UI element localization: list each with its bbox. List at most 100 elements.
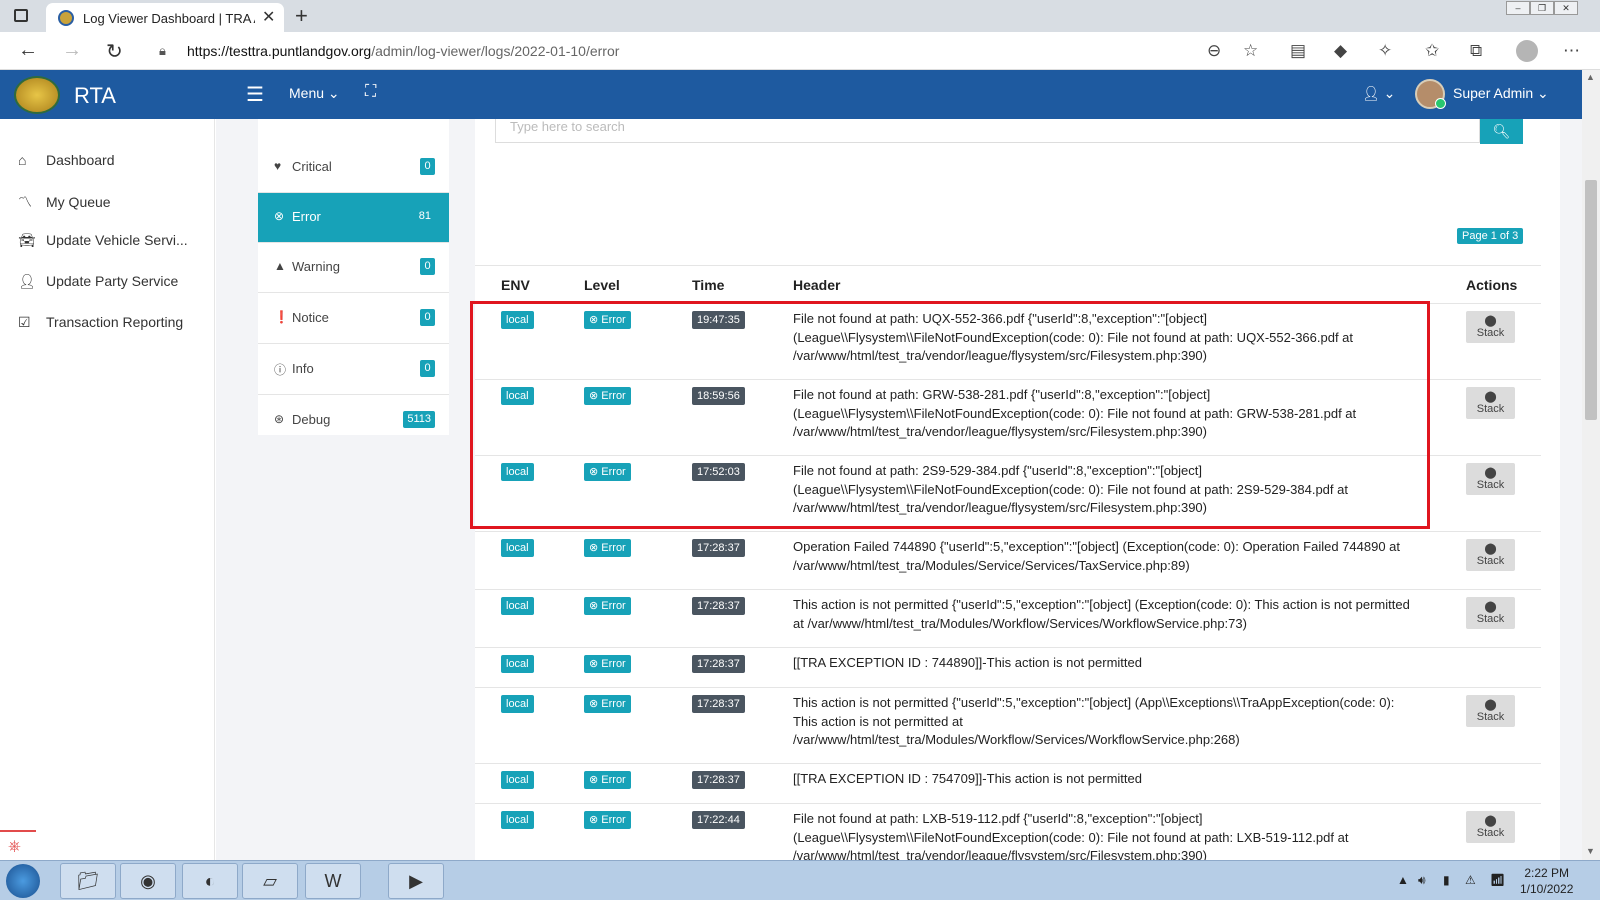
fullscreen-icon[interactable]: ⛶ — [365, 83, 376, 101]
toggle-icon: ⬤ — [1484, 815, 1497, 827]
sidebar-item-transaction-reporting[interactable]: ☑ Transaction Reporting — [18, 314, 183, 331]
warning-icon: ▲ — [274, 259, 286, 273]
level-item-info[interactable]: ⓘ Info 0 — [258, 345, 449, 395]
back-icon[interactable]: ← — [18, 39, 38, 62]
stack-button[interactable]: ⬤ Stack — [1466, 597, 1515, 629]
lock-icon[interactable]: 🔒︎ — [159, 43, 166, 59]
search-input[interactable]: Type here to search — [495, 119, 1480, 143]
env-badge: local — [501, 695, 534, 713]
file-explorer-icon[interactable]: 📁︎ — [60, 863, 116, 899]
page-scrollbar[interactable]: ▲ ▼ — [1582, 70, 1600, 860]
pagination-badge: Page 1 of 3 — [1457, 228, 1524, 244]
time-badge: 17:22:44 — [692, 811, 745, 829]
reload-icon[interactable]: ↻ — [106, 39, 123, 64]
scroll-up-icon[interactable]: ▲ — [1586, 72, 1595, 82]
minimize-icon[interactable]: – — [1506, 1, 1530, 15]
stack-button[interactable]: ⬤ Stack — [1466, 695, 1515, 727]
favorites-icon[interactable]: ✩ — [1425, 41, 1439, 61]
level-item-critical[interactable]: ♥ Critical 0 — [258, 143, 449, 193]
notepad-icon[interactable]: ▱ — [242, 863, 298, 899]
level-badge: ⊗ Error — [584, 695, 631, 713]
chrome-icon[interactable]: ◉ — [120, 863, 176, 899]
tray-arrow-icon[interactable]: ▲ — [1397, 873, 1409, 887]
user-menu[interactable]: Super Admin ⌄ — [1453, 85, 1549, 102]
level-item-notice[interactable]: ❗ Notice 0 — [258, 294, 449, 344]
column-header: Header — [793, 277, 841, 293]
close-tab-icon[interactable]: ✕ — [262, 7, 275, 27]
extensions-icon[interactable]: ✧ — [1378, 41, 1392, 61]
more-icon[interactable]: ⋯ — [1563, 41, 1580, 61]
stack-button[interactable]: ⬤ Stack — [1466, 387, 1515, 419]
user-dropdown-icon[interactable]: 👤︎ ⌄ — [1362, 85, 1395, 102]
env-badge: local — [501, 539, 534, 557]
edge-icon[interactable]: ◐ — [182, 863, 238, 899]
restore-icon[interactable]: ❐ — [1530, 1, 1554, 15]
forward-icon[interactable]: → — [62, 39, 82, 62]
level-count: 0 — [420, 309, 435, 326]
collections-icon[interactable]: ⧉ — [1470, 41, 1482, 61]
signal-icon[interactable]: 📶︎ — [1490, 873, 1505, 887]
table-row: local ⊗ Error 17:28:37 [[TRA EXCEPTION I… — [475, 648, 1541, 688]
home-icon: ⌂ — [18, 152, 27, 168]
hamburger-icon[interactable]: ☰ — [246, 82, 264, 107]
level-count: 0 — [420, 258, 435, 275]
start-button[interactable] — [6, 864, 40, 898]
log-header-text: File not found at path: LXB-519-112.pdf … — [793, 811, 1349, 860]
menu-dropdown[interactable]: Menu ⌄ — [289, 85, 340, 102]
toggle-icon: ⬤ — [1484, 315, 1497, 327]
log-header-text: [[TRA EXCEPTION ID : 744890]]-This actio… — [793, 655, 1142, 670]
browser-tab[interactable]: Log Viewer Dashboard | TRA App ✕ — [46, 3, 284, 32]
level-item-error[interactable]: ⊗ Error 81 — [258, 193, 449, 243]
level-count: 0 — [420, 360, 435, 377]
stack-button[interactable]: ⬤ Stack — [1466, 463, 1515, 495]
column-level: Level — [584, 277, 620, 293]
system-clock[interactable]: 2:22 PM 1/10/2022 — [1520, 865, 1573, 897]
user-icon: 👤︎ — [18, 273, 36, 289]
scroll-down-icon[interactable]: ▼ — [1586, 846, 1595, 856]
word-icon[interactable]: W — [305, 863, 361, 899]
tab-actions-icon[interactable] — [14, 9, 28, 22]
reading-list-icon[interactable]: ▤ — [1290, 41, 1306, 61]
laravel-icon[interactable]: ⎈ — [0, 830, 36, 860]
level-badge: ⊗ Error — [584, 811, 631, 829]
app-header: RTA ☰ Menu ⌄ ⛶ 👤︎ ⌄ Super Admin ⌄ — [0, 70, 1582, 119]
env-badge: local — [501, 655, 534, 673]
close-window-icon[interactable]: ✕ — [1554, 1, 1578, 15]
search-button[interactable]: 🔍︎ — [1480, 119, 1523, 144]
check-square-icon: ☑ — [18, 314, 31, 330]
zoom-icon[interactable]: ⊖ — [1207, 41, 1221, 61]
brand-name[interactable]: RTA — [74, 83, 116, 109]
sidebar-item-dashboard[interactable]: ⌂ Dashboard — [18, 152, 115, 168]
table-row: local ⊗ Error 17:28:37 [[TRA EXCEPTION I… — [475, 764, 1541, 804]
favorite-add-icon[interactable]: ☆ — [1243, 41, 1258, 61]
level-item-debug[interactable]: ⊛ Debug 5113 — [258, 396, 449, 446]
info-circle-icon: ⓘ — [274, 363, 287, 377]
zoom-app-icon[interactable]: ▶ — [388, 863, 444, 899]
site-favicon-icon — [58, 10, 74, 26]
level-item-warning[interactable]: ▲ Warning 0 — [258, 243, 449, 293]
browser-tab-bar: Log Viewer Dashboard | TRA App ✕ + – ❐ ✕ — [0, 0, 1600, 32]
address-bar[interactable]: 🔒︎ https://testtra.puntlandgov.org/admin… — [145, 37, 1260, 65]
new-tab-icon[interactable]: + — [295, 3, 308, 29]
table-row: local ⊗ Error 17:28:37 This action is no… — [475, 688, 1541, 764]
stack-button[interactable]: ⬤ Stack — [1466, 311, 1515, 343]
logo[interactable] — [14, 76, 60, 114]
log-header-text: Operation Failed 744890 {"userId":5,"exc… — [793, 539, 1401, 573]
extension-shield-icon[interactable]: ◆ — [1334, 41, 1347, 61]
table-header: ENV Level Time Header Actions — [475, 265, 1541, 304]
sidebar-item-update-vehicle[interactable]: 🚘︎ Update Vehicle Servi... — [18, 232, 188, 249]
stack-button[interactable]: ⬤ Stack — [1466, 539, 1515, 571]
level-badge: ⊗ Error — [584, 655, 631, 673]
volume-icon[interactable]: 🔊︎ — [1418, 873, 1426, 888]
sidebar-item-update-party[interactable]: 👤︎ Update Party Service — [18, 273, 178, 290]
log-header-text: This action is not permitted {"userId":5… — [793, 695, 1395, 747]
level-badge: ⊗ Error — [584, 597, 631, 615]
life-ring-icon: ⊛ — [274, 412, 285, 426]
profile-icon[interactable] — [1516, 40, 1538, 62]
avatar[interactable] — [1415, 79, 1446, 109]
sidebar-item-my-queue[interactable]: 〽 My Queue — [18, 192, 111, 212]
battery-icon[interactable]: ▮ — [1443, 873, 1450, 887]
network-icon[interactable]: ⚠ — [1465, 873, 1476, 887]
scroll-thumb[interactable] — [1585, 180, 1597, 420]
stack-button[interactable]: ⬤ Stack — [1466, 811, 1515, 843]
